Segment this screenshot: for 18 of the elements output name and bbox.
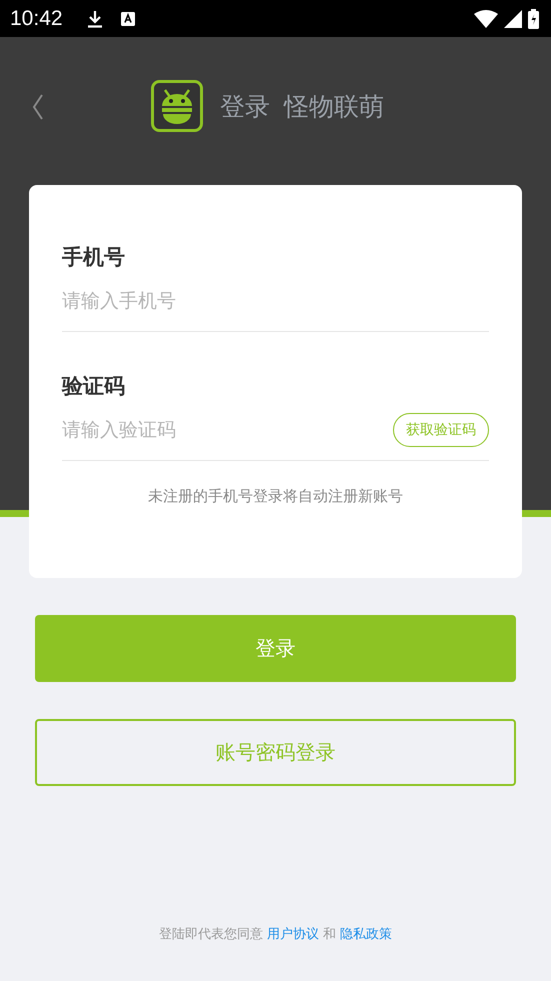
app-name: 怪物联萌 [284,90,384,122]
status-time: 10:42 [10,6,63,30]
get-code-button[interactable]: 获取验证码 [393,413,489,447]
privacy-policy-link[interactable]: 隐私政策 [340,927,392,942]
robot-logo-icon [151,80,203,132]
login-button[interactable]: 登录 [35,615,516,682]
download-icon [86,10,103,28]
user-agreement-link[interactable]: 用户协议 [266,927,319,942]
field-label: 手机号 [62,244,126,271]
password-login-button[interactable]: 账号密码登录 [35,719,516,786]
text-box-icon [120,12,135,26]
signal-icon [504,10,522,28]
notice-text: 未注册的手机号登录将自动注册新账号 [147,487,404,506]
wifi-icon [474,10,498,28]
field-label: 验证码 [62,373,126,400]
agreement-text: 登陆即代表您同意 用户协议 和 隐私政策 [158,926,392,943]
page-title: 登录 [220,90,270,122]
battery-icon [528,8,539,28]
